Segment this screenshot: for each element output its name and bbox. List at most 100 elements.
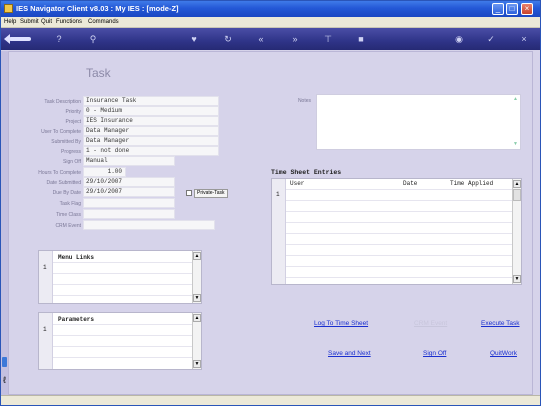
title-bar: IES Navigator Client v8.03 : My IES : [m… [1,1,540,17]
sign-off-link[interactable]: Sign Off [423,350,446,357]
menu-help[interactable]: Help [4,19,16,25]
log-to-time-sheet-link[interactable]: Log To Time Sheet [314,320,368,327]
project-field[interactable]: IES Insurance [83,116,219,126]
time-class-field[interactable] [83,209,175,219]
parameters-grid[interactable]: Parameters 1 ▲ ▼ [38,312,202,370]
timesheet-scrollbar[interactable]: ▲ ▼ [512,179,521,284]
date-submitted-field[interactable]: 29/10/2007 [83,177,175,187]
double-left-icon[interactable]: « [255,34,267,44]
row-number: 1 [276,191,280,198]
submitted-by-field[interactable]: Data Manager [83,136,219,146]
menu-links-grid[interactable]: Menu Links 1 ▲ ▼ [38,250,202,304]
label-task-flag: Task Flag [59,201,81,207]
sign-off-field[interactable]: Manual [83,156,175,166]
grid-line [286,266,512,267]
user-to-complete-field[interactable]: Data Manager [83,126,219,136]
menu-functions[interactable]: Functions [56,19,82,25]
stop-icon[interactable]: ■ [355,34,367,44]
grid-line [286,200,512,201]
grid-line [286,244,512,245]
priority-field[interactable]: 0 - Medium [83,106,219,116]
minimize-icon[interactable]: _ [492,3,504,15]
save-and-next-link[interactable]: Save and Next [328,350,371,357]
menu-commands[interactable]: Commands [88,19,119,25]
grid-line [53,295,193,296]
menu-submit[interactable]: Submit [20,19,39,25]
column-user[interactable]: User [290,180,304,187]
close-window-icon[interactable]: × [521,3,533,15]
page-title: Task [86,66,111,80]
scroll-down-icon[interactable]: ▼ [193,294,201,302]
grid-line [286,189,512,190]
crm-event-link[interactable]: CRM Event [414,320,447,327]
grid-line [53,262,193,263]
due-by-date-field[interactable]: 29/10/2007 [83,187,175,197]
menu-quit[interactable]: Quit [41,19,52,25]
search-icon[interactable]: ⚲ [87,34,99,44]
grid-line [286,233,512,234]
app-icon [4,4,13,13]
label-project: Project [65,119,81,125]
label-task-description: Task Description [44,99,81,105]
info-icon: ℓ [3,375,6,385]
label-crm-event: CRM Event [55,223,81,229]
back-arrow-icon[interactable] [4,34,31,44]
check-icon[interactable]: ✓ [485,34,497,44]
row-number: 1 [43,326,47,333]
task-flag-field[interactable] [83,198,175,208]
scroll-down-icon[interactable]: ▼ [512,141,519,148]
label-hours-to-complete: Hours To Complete [38,170,81,176]
toolbar: ? ⚲ ♥ ↻ « » ⊤ ■ ◉ ✓ × [1,28,540,50]
hours-to-complete-field[interactable]: 1.00 [83,167,126,177]
window-title: IES Navigator Client v8.03 : My IES : [m… [16,4,179,13]
maximize-icon[interactable]: □ [506,3,518,15]
scroll-up-icon[interactable]: ▲ [193,252,201,260]
timesheet-grid[interactable]: User Date Time Applied 1 ▲ ▼ [271,178,522,285]
double-right-icon[interactable]: » [289,34,301,44]
label-due-by-date: Due By Date [52,190,81,196]
grid-line [53,273,193,274]
label-priority: Priority [65,109,81,115]
tree-icon[interactable]: ⊤ [322,34,334,44]
scroll-up-icon[interactable]: ▲ [193,314,201,322]
grid-line [53,324,193,325]
label-date-submitted: Date Submitted [46,180,81,186]
label-sign-off: Sign Off [63,159,81,165]
menu-links-scrollbar[interactable]: ▲ ▼ [192,251,201,303]
grid-line [286,211,512,212]
menu-links-title: Menu Links [58,254,95,261]
scroll-up-icon[interactable]: ▲ [513,180,521,188]
menu-bar: Help Submit Quit Functions Commands [1,17,540,28]
scroll-down-icon[interactable]: ▼ [513,275,521,283]
column-time-applied[interactable]: Time Applied [450,180,493,187]
private-task-checkbox[interactable] [186,190,192,196]
help-icon[interactable]: ? [53,34,65,44]
status-bar [1,395,540,405]
crm-event-field[interactable] [83,220,215,230]
globe-icon[interactable]: ◉ [453,34,465,44]
row-number: 1 [43,264,47,271]
quit-work-link[interactable]: QuitWork [490,350,517,357]
timesheet-title: Time Sheet Entries [271,169,342,176]
progress-field[interactable]: 1 - not done [83,146,219,156]
grid-line [53,346,193,347]
grid-line [286,222,512,223]
scroll-down-icon[interactable]: ▼ [193,360,201,368]
row-header [39,313,53,369]
parameters-scrollbar[interactable]: ▲ ▼ [192,313,201,369]
scroll-up-icon[interactable]: ▲ [512,96,519,103]
task-description-field[interactable]: Insurance Task [83,96,219,106]
notes-textarea[interactable]: ▲ ▼ [316,94,521,150]
app-window: IES Navigator Client v8.03 : My IES : [m… [0,0,541,406]
heart-icon[interactable]: ♥ [188,34,200,44]
private-task-label[interactable]: Private-Task [194,189,228,198]
column-date[interactable]: Date [403,180,417,187]
grid-line [53,357,193,358]
grid-line [53,335,193,336]
execute-task-link[interactable]: Execute Task [481,320,520,327]
label-progress: Progress [60,149,81,155]
grid-line [286,277,512,278]
close-icon[interactable]: × [518,34,530,44]
scroll-thumb[interactable] [513,189,521,201]
refresh-icon[interactable]: ↻ [222,34,234,44]
